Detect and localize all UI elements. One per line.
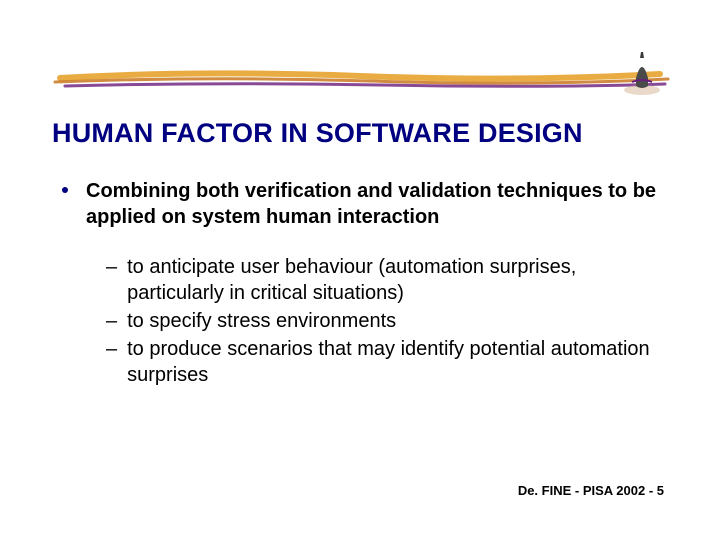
sub-item-text: to anticipate user behaviour (automation… bbox=[127, 254, 662, 306]
bullet-icon bbox=[62, 187, 68, 193]
sub-list-item: – to specify stress environments bbox=[106, 308, 662, 334]
dash-icon: – bbox=[106, 308, 117, 334]
slide-title: HUMAN FACTOR IN SOFTWARE DESIGN bbox=[52, 118, 672, 149]
dash-icon: – bbox=[106, 336, 117, 362]
bullet-item: Combining both verification and validati… bbox=[62, 178, 662, 230]
dash-icon: – bbox=[106, 254, 117, 280]
main-bullet-text: Combining both verification and validati… bbox=[86, 178, 662, 230]
sub-item-text: to specify stress environments bbox=[127, 308, 396, 334]
slide-content: Combining both verification and validati… bbox=[62, 178, 662, 390]
sub-list-item: – to anticipate user behaviour (automati… bbox=[106, 254, 662, 306]
slide-footer: De. FINE - PISA 2002 - 5 bbox=[518, 483, 664, 498]
header-decoration bbox=[0, 52, 720, 112]
sub-item-text: to produce scenarios that may identify p… bbox=[127, 336, 662, 388]
sub-list-item: – to produce scenarios that may identify… bbox=[106, 336, 662, 388]
sub-list: – to anticipate user behaviour (automati… bbox=[106, 254, 662, 388]
